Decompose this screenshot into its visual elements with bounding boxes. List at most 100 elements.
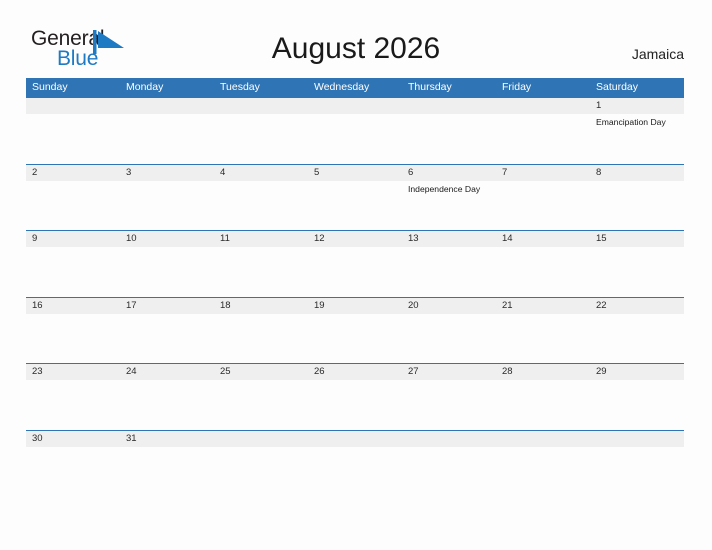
week-date-band: 1 xyxy=(26,98,684,114)
week-row: 1 Emancipation Day xyxy=(26,97,684,164)
week-row: 9 10 11 12 13 14 15 xyxy=(26,230,684,297)
weekday-header-row: Sunday Monday Tuesday Wednesday Thursday… xyxy=(26,78,684,97)
day-number[interactable]: 14 xyxy=(496,231,590,247)
week-event-band: Emancipation Day xyxy=(26,114,684,128)
day-number[interactable]: 2 xyxy=(26,165,120,181)
day-event xyxy=(308,380,402,383)
day-number[interactable]: 5 xyxy=(308,165,402,181)
day-number[interactable]: 24 xyxy=(120,364,214,380)
day-event xyxy=(496,181,590,195)
day-event xyxy=(120,314,214,317)
day-number[interactable]: 16 xyxy=(26,298,120,314)
day-number[interactable]: 17 xyxy=(120,298,214,314)
weekday-header-friday: Friday xyxy=(502,81,532,93)
day-event xyxy=(214,380,308,383)
day-event xyxy=(590,380,684,383)
day-event xyxy=(590,447,684,450)
week-event-band: Independence Day xyxy=(26,181,684,195)
day-event xyxy=(590,314,684,317)
day-event xyxy=(120,447,214,450)
week-event-band xyxy=(26,247,684,250)
week-event-band xyxy=(26,380,684,383)
day-event xyxy=(26,314,120,317)
day-number[interactable]: 27 xyxy=(402,364,496,380)
week-row: 16 17 18 19 20 21 22 xyxy=(26,296,684,364)
day-event xyxy=(308,114,402,128)
week-date-band: 23 24 25 26 27 28 29 xyxy=(26,364,684,380)
day-event xyxy=(214,447,308,450)
day-number[interactable] xyxy=(308,98,402,114)
day-event xyxy=(26,247,120,250)
day-number[interactable] xyxy=(496,431,590,447)
day-number[interactable]: 8 xyxy=(590,165,684,181)
day-event xyxy=(120,247,214,250)
day-event xyxy=(26,447,120,450)
day-number[interactable]: 12 xyxy=(308,231,402,247)
weekday-header-saturday: Saturday xyxy=(596,81,639,93)
week-event-band xyxy=(26,314,684,317)
week-date-band: 2 3 4 5 6 7 8 xyxy=(26,164,684,181)
week-event-band xyxy=(26,447,684,450)
week-row: 23 24 25 26 27 28 29 xyxy=(26,363,684,430)
day-number[interactable] xyxy=(26,98,120,114)
day-number[interactable] xyxy=(214,431,308,447)
day-number[interactable] xyxy=(214,98,308,114)
day-number[interactable]: 28 xyxy=(496,364,590,380)
day-number[interactable] xyxy=(120,98,214,114)
day-number[interactable]: 25 xyxy=(214,364,308,380)
day-number[interactable]: 6 xyxy=(402,165,496,181)
day-event xyxy=(496,380,590,383)
day-number[interactable] xyxy=(402,98,496,114)
day-number[interactable]: 18 xyxy=(214,298,308,314)
day-event xyxy=(214,181,308,195)
day-number[interactable]: 1 xyxy=(590,98,684,114)
day-number[interactable] xyxy=(496,98,590,114)
day-event xyxy=(402,447,496,450)
day-number[interactable]: 13 xyxy=(402,231,496,247)
day-event xyxy=(26,114,120,128)
day-number[interactable] xyxy=(402,431,496,447)
day-event xyxy=(308,447,402,450)
day-event xyxy=(120,181,214,195)
day-number[interactable]: 19 xyxy=(308,298,402,314)
day-event xyxy=(496,447,590,450)
page-title: August 2026 xyxy=(271,32,441,65)
weekday-header-thursday: Thursday xyxy=(408,81,452,93)
day-number[interactable]: 20 xyxy=(402,298,496,314)
day-number[interactable]: 26 xyxy=(308,364,402,380)
day-number[interactable] xyxy=(308,431,402,447)
day-event: Emancipation Day xyxy=(596,117,666,127)
day-event xyxy=(308,314,402,317)
day-event xyxy=(26,380,120,383)
week-date-band: 9 10 11 12 13 14 15 xyxy=(26,231,684,247)
week-row: 30 31 xyxy=(26,429,684,497)
day-number[interactable]: 30 xyxy=(26,431,120,447)
day-number[interactable]: 9 xyxy=(26,231,120,247)
day-number[interactable]: 31 xyxy=(120,431,214,447)
day-number[interactable]: 4 xyxy=(214,165,308,181)
day-event xyxy=(590,181,684,195)
day-number[interactable]: 10 xyxy=(120,231,214,247)
day-event xyxy=(496,247,590,250)
day-number[interactable]: 3 xyxy=(120,165,214,181)
day-event xyxy=(402,314,496,317)
calendar-grid: Sunday Monday Tuesday Wednesday Thursday… xyxy=(26,78,684,496)
day-event xyxy=(120,114,214,128)
day-event xyxy=(214,114,308,128)
day-event xyxy=(120,380,214,383)
week-date-band: 30 31 xyxy=(26,430,684,447)
day-event xyxy=(590,247,684,250)
day-number[interactable]: 23 xyxy=(26,364,120,380)
day-number[interactable]: 22 xyxy=(590,298,684,314)
week-row: 2 3 4 5 6 7 8 Independence Day xyxy=(26,163,684,231)
day-event xyxy=(214,314,308,317)
day-number[interactable]: 21 xyxy=(496,298,590,314)
day-number[interactable] xyxy=(590,431,684,447)
weekday-header-wednesday: Wednesday xyxy=(314,81,370,93)
page-header: General Blue August 2026 Jamaica xyxy=(0,0,712,76)
day-number[interactable]: 7 xyxy=(496,165,590,181)
day-number[interactable]: 11 xyxy=(214,231,308,247)
region-label: Jamaica xyxy=(631,46,684,62)
day-number[interactable]: 15 xyxy=(590,231,684,247)
day-number[interactable]: 29 xyxy=(590,364,684,380)
